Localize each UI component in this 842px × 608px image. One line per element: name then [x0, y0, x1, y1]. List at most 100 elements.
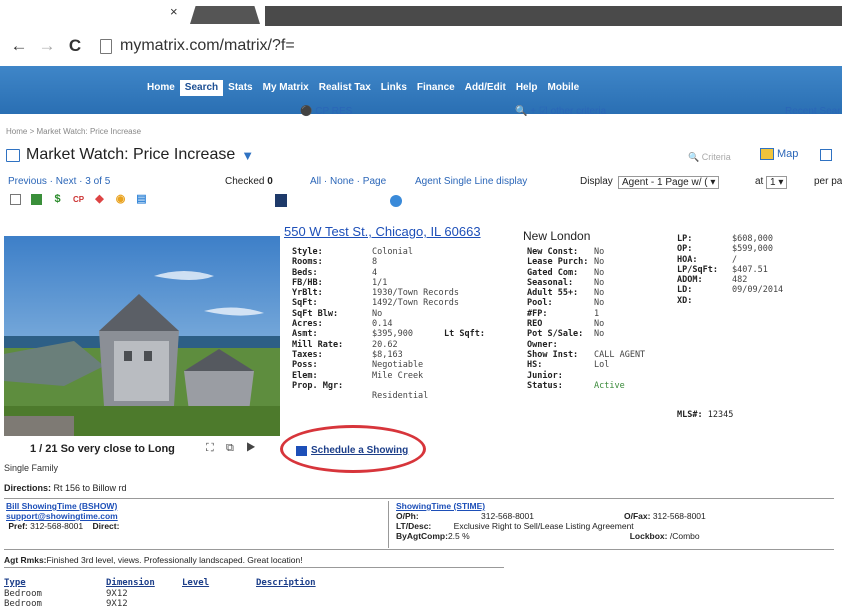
photo-caption: 1 / 21 So very close to Long: [30, 443, 175, 455]
detail-label: Style:: [292, 247, 323, 257]
detail-label: Prop. Mgr:: [292, 380, 344, 391]
detail-label: Beds:: [292, 267, 318, 278]
criteria-label: Criteria: [701, 152, 731, 162]
detail-label: LP/SqFt:: [677, 264, 718, 275]
detail-value: 1/1: [372, 277, 388, 288]
detail-row: Pool: No: [527, 298, 645, 308]
detail-value: No: [594, 277, 605, 288]
at-select-value: 1 ▾: [766, 176, 788, 189]
menu-item-help[interactable]: Help: [511, 80, 543, 96]
save-icon[interactable]: [275, 194, 287, 207]
details-column-1: Style: Colonial Rooms: 8 Beds: 4 FB/HB: 1/1 YrBl…: [292, 247, 459, 401]
listing-photo[interactable]: [4, 236, 280, 436]
detail-label: Owner:: [527, 339, 558, 350]
cp-res-link[interactable]: ⚫ CP RES: [300, 106, 352, 117]
detail-label: SqFt:: [292, 298, 318, 309]
photo-icon[interactable]: [31, 194, 42, 205]
forward-icon[interactable]: →: [38, 36, 56, 56]
display-select[interactable]: Agent - 1 Page w/ ( ▾: [618, 176, 720, 189]
lockbox-value: /Combo: [669, 531, 700, 541]
agent-single-line-link[interactable]: Agent Single Line display: [415, 176, 527, 187]
detail-label: Pot S/Sale:: [527, 329, 584, 340]
listing-area: New London: [523, 229, 591, 243]
detail-row: Taxes: $8,163: [292, 350, 459, 360]
menu-item-home[interactable]: Home: [142, 80, 180, 96]
directions: Directions: Rt 156 to Billow rd: [4, 483, 127, 493]
detail-label: Show Inst:: [527, 349, 579, 360]
prev-next-links[interactable]: Previous · Next · 3 of 5: [8, 176, 110, 187]
detail-value: No: [594, 319, 605, 330]
detail-value: Residential: [372, 391, 429, 402]
checked-label: Checked: [225, 176, 265, 187]
rooms-header-description[interactable]: Description: [256, 578, 316, 588]
remarks-text: Finished 3rd level, views. Professionall…: [46, 555, 303, 565]
new-tab-button[interactable]: [190, 6, 260, 24]
menu-item-realist-tax[interactable]: Realist Tax: [314, 80, 376, 96]
tag-icon[interactable]: ◆: [94, 194, 105, 205]
calendar-icon: [296, 445, 307, 456]
rooms-header-type[interactable]: Type: [4, 578, 26, 588]
schedule-showing-link[interactable]: Schedule a Showing: [296, 445, 408, 456]
detail-label: YrBlt:: [292, 288, 323, 299]
reload-icon[interactable]: C: [66, 36, 84, 56]
detail-value: No: [372, 308, 383, 319]
back-icon[interactable]: ←: [10, 36, 28, 56]
detail-row: New Const: No: [527, 247, 645, 257]
globe-icon[interactable]: [390, 195, 402, 207]
detail-value: No: [594, 267, 605, 278]
checked-value: 0: [267, 176, 273, 187]
detail-label: Gated Com:: [527, 267, 579, 278]
detail-label: REO: [527, 319, 543, 330]
lot-sqft-label: Lt Sqft:: [444, 329, 485, 339]
detail-value: 20.62: [372, 339, 398, 350]
title-dropdown-icon[interactable]: ▼: [241, 148, 254, 163]
office-name-link[interactable]: ShowingTime (STIME): [396, 501, 485, 511]
menu-item-search[interactable]: Search: [179, 80, 224, 96]
document-icon: [6, 148, 20, 162]
criteria-button[interactable]: 🔍 Criteria: [688, 152, 731, 163]
menu-item-finance[interactable]: Finance: [412, 80, 460, 96]
detail-label: HOA:: [677, 254, 698, 265]
clock-icon[interactable]: ◉: [115, 194, 126, 205]
detail-label: LP:: [677, 234, 693, 244]
agent-name-link[interactable]: Bill ShowingTime (BSHOW): [6, 501, 117, 511]
menu-item-stats[interactable]: Stats: [223, 80, 257, 96]
menu-item-my-matrix[interactable]: My Matrix: [258, 80, 314, 96]
select-links[interactable]: All · None · Page: [310, 176, 386, 187]
direct-label: Direct:: [92, 521, 120, 531]
other-criteria-link[interactable]: 🔍 + ☑ other criteria: [515, 106, 606, 117]
map-button[interactable]: Map: [760, 148, 798, 160]
display-select-value: Agent - 1 Page w/ ( ▾: [618, 176, 720, 189]
listing-address-link[interactable]: 550 W Test St., Chicago, IL 60663: [284, 224, 481, 239]
remarks-label: Agt Rmks:: [4, 555, 47, 565]
next-photo-icon[interactable]: ▶: [246, 442, 256, 454]
detail-label: [292, 391, 372, 401]
detail-row: HS: Lol: [527, 360, 645, 370]
cp-icon[interactable]: CP: [73, 194, 84, 205]
tab-close-icon[interactable]: ×: [170, 4, 178, 19]
select-checkbox[interactable]: [10, 194, 21, 205]
agent-email-link[interactable]: support@showingtime.com: [6, 511, 118, 521]
detail-value: $8,163: [372, 349, 403, 360]
address-bar[interactable]: mymatrix.com/matrix/?f=: [120, 37, 295, 55]
rooms-header-level[interactable]: Level: [182, 578, 209, 588]
menu-item-mobile[interactable]: Mobile: [543, 80, 585, 96]
docs-icon[interactable]: ▤: [136, 194, 147, 205]
rooms-header-dimension[interactable]: Dimension: [106, 578, 155, 588]
oph-label: O/Ph:: [396, 511, 419, 521]
menu-item-links[interactable]: Links: [376, 80, 412, 96]
recent-searches-link[interactable]: Recent Sear: [785, 106, 841, 117]
menu-item-add-edit[interactable]: Add/Edit: [460, 80, 511, 96]
detail-row: Rooms: 8: [292, 257, 459, 267]
detail-value: /: [732, 254, 738, 265]
breadcrumb: Home > Market Watch: Price Increase: [6, 127, 142, 136]
gallery-icon[interactable]: ⧉: [226, 442, 234, 454]
detail-label: HS:: [527, 360, 543, 371]
print-icon[interactable]: [820, 149, 832, 161]
pref-label: Pref:: [8, 521, 28, 531]
detail-row: Asmt: $395,900: [292, 329, 459, 339]
expand-icon[interactable]: ⛶: [206, 442, 214, 454]
detail-value: No: [594, 257, 605, 268]
at-select[interactable]: 1 ▾: [766, 176, 788, 189]
dollar-icon[interactable]: $: [52, 194, 63, 205]
